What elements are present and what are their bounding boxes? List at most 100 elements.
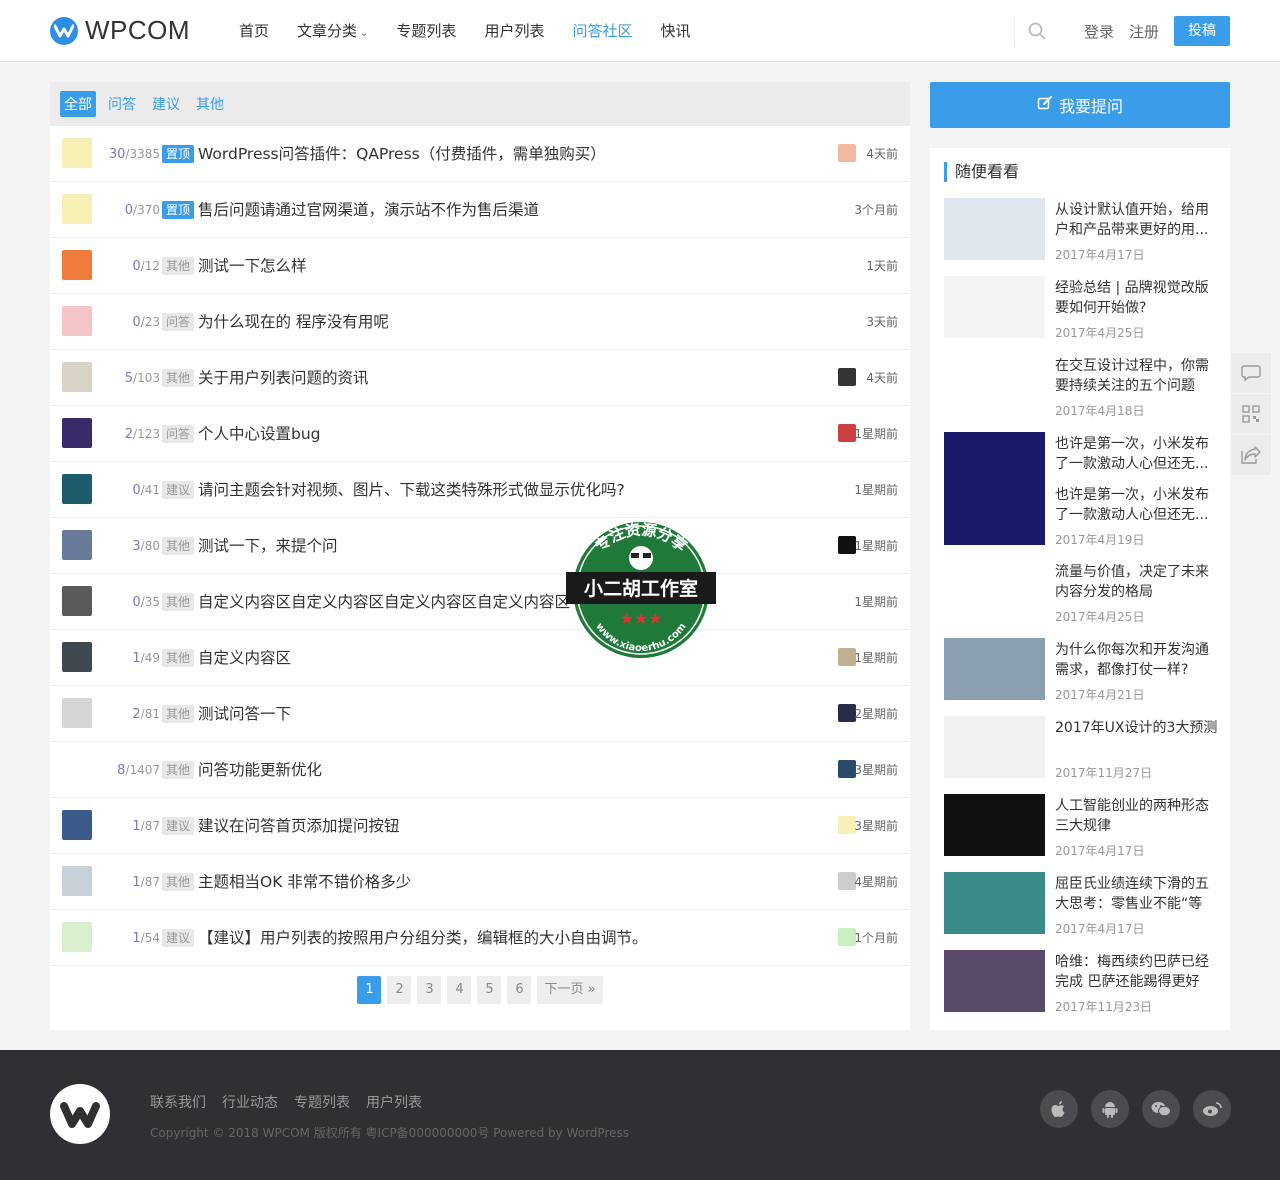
question-title[interactable]: 自定义内容区自定义内容区自定义内容区自定义内容区	[198, 574, 570, 630]
question-row[interactable]: 0/35 其他 自定义内容区自定义内容区自定义内容区自定义内容区 1星期前	[50, 574, 910, 630]
page-button[interactable]: 1	[357, 976, 382, 1004]
question-row[interactable]: 0/23 问答 为什么现在的 程序没有用呢 3天前	[50, 294, 910, 350]
nav-item[interactable]: 用户列表	[470, 0, 558, 62]
post-title[interactable]: 从设计默认值开始，给用户和产品带来更好的用...	[1055, 200, 1220, 240]
question-row[interactable]: 3/80 其他 测试一下，来提个问 1星期前	[50, 518, 910, 574]
page-button[interactable]: 3	[417, 976, 442, 1004]
sidebar-post[interactable]: 屈臣氏业绩连续下滑的五大思考：零售业不能“等 2017年4月17日	[944, 872, 1224, 938]
filter-tab[interactable]: 问答	[104, 91, 140, 117]
wechat-icon[interactable]	[1142, 1090, 1180, 1128]
question-title[interactable]: 自定义内容区	[198, 630, 291, 686]
post-thumbnail[interactable]	[944, 794, 1045, 856]
last-reply-avatar[interactable]	[838, 928, 856, 946]
page-button[interactable]: 4	[447, 976, 472, 1004]
page-button[interactable]: 6	[507, 976, 532, 1004]
user-avatar[interactable]	[62, 698, 92, 728]
last-reply-avatar[interactable]	[838, 536, 856, 554]
sidebar-post[interactable]: 从设计默认值开始，给用户和产品带来更好的用... 2017年4月17日	[944, 198, 1224, 264]
question-row[interactable]: 1/87 其他 主题相当OK 非常不错价格多少 4星期前	[50, 854, 910, 910]
user-avatar[interactable]	[62, 866, 92, 896]
user-avatar[interactable]	[62, 642, 92, 672]
page-button[interactable]: 5	[477, 976, 502, 1004]
site-logo[interactable]: WPCOM	[50, 15, 190, 46]
question-title[interactable]: 个人中心设置bug	[198, 406, 321, 462]
nav-item[interactable]: 问答社区	[558, 0, 646, 62]
search-button[interactable]	[1014, 16, 1058, 46]
question-tag[interactable]: 其他	[162, 873, 195, 891]
post-title[interactable]: 也许是第一次，小米发布了一款激动人心但还无...	[1055, 485, 1220, 525]
android-icon[interactable]	[1091, 1090, 1129, 1128]
qrcode-tool[interactable]	[1231, 394, 1271, 434]
question-title[interactable]: WordPress问答插件：QAPress（付费插件，需单独购买）	[198, 126, 606, 182]
post-thumbnail[interactable]	[944, 354, 1045, 416]
apple-icon[interactable]	[1040, 1090, 1078, 1128]
post-thumbnail[interactable]	[944, 872, 1045, 934]
filter-tab[interactable]: 其他	[192, 91, 228, 117]
question-row[interactable]: 0/12 其他 测试一下怎么样 1天前	[50, 238, 910, 294]
nav-item[interactable]: 文章分类 ⌄	[283, 0, 382, 62]
page-button[interactable]: 2	[387, 976, 412, 1004]
post-thumbnail[interactable]	[944, 483, 1045, 545]
user-avatar[interactable]	[62, 138, 92, 168]
question-tag[interactable]: 其他	[162, 761, 195, 779]
question-row[interactable]: 1/49 其他 自定义内容区 1星期前	[50, 630, 910, 686]
filter-tab[interactable]: 建议	[148, 91, 184, 117]
user-avatar[interactable]	[62, 754, 92, 784]
next-page-button[interactable]: 下一页 »	[537, 976, 603, 1004]
question-row[interactable]: 5/103 其他 关于用户列表问题的资讯 4天前	[50, 350, 910, 406]
question-tag[interactable]: 其他	[162, 257, 195, 275]
nav-item[interactable]: 快讯	[646, 0, 704, 62]
question-title[interactable]: 问答功能更新优化	[198, 742, 322, 798]
question-title[interactable]: 为什么现在的 程序没有用呢	[198, 294, 389, 350]
submit-post-button[interactable]: 投稿	[1174, 16, 1230, 46]
question-tag[interactable]: 其他	[162, 649, 195, 667]
question-tag[interactable]: 建议	[162, 817, 195, 835]
last-reply-avatar[interactable]	[838, 704, 856, 722]
nav-item[interactable]: 专题列表	[382, 0, 470, 62]
question-row[interactable]: 2/81 其他 测试问答一下 2星期前	[50, 686, 910, 742]
sidebar-post[interactable]: 人工智能创业的两种形态三大规律 2017年4月17日	[944, 794, 1224, 860]
last-reply-avatar[interactable]	[838, 368, 856, 386]
post-title[interactable]: 哈维：梅西续约巴萨已经完成 巴萨还能踢得更好	[1055, 952, 1220, 992]
last-reply-avatar[interactable]	[838, 648, 856, 666]
share-tool[interactable]	[1231, 435, 1271, 475]
sidebar-post[interactable]: 在交互设计过程中，你需要持续关注的五个问题 2017年4月18日	[944, 354, 1224, 420]
question-title[interactable]: 售后问题请通过官网渠道，演示站不作为售后渠道	[198, 182, 539, 238]
footer-link[interactable]: 行业动态	[222, 1092, 278, 1112]
user-avatar[interactable]	[62, 418, 92, 448]
question-row[interactable]: 2/123 问答 个人中心设置bug 1星期前	[50, 406, 910, 462]
question-row[interactable]: 30/3385 置顶 WordPress问答插件：QAPress（付费插件，需单独购…	[50, 126, 910, 182]
comment-tool[interactable]	[1231, 353, 1271, 393]
filter-tab[interactable]: 全部	[60, 91, 96, 117]
question-title[interactable]: 关于用户列表问题的资讯	[198, 350, 369, 406]
question-row[interactable]: 0/41 建议 请问主题会针对视频、图片、下载这类特殊形式做显示优化吗? 1星期前	[50, 462, 910, 518]
ask-question-button[interactable]: 我要提问	[930, 82, 1230, 128]
sidebar-post[interactable]: 2017年UX设计的3大预测 2017年11月27日	[944, 716, 1224, 782]
register-link[interactable]: 注册	[1129, 21, 1159, 42]
user-avatar[interactable]	[62, 194, 92, 224]
question-title[interactable]: 测试一下，来提个问	[198, 518, 338, 574]
question-tag[interactable]: 其他	[162, 705, 195, 723]
question-tag[interactable]: 其他	[162, 369, 195, 387]
last-reply-avatar[interactable]	[838, 872, 856, 890]
question-title[interactable]: 测试问答一下	[198, 686, 291, 742]
sidebar-post[interactable]: 也许是第一次，小米发布了一款激动人心但还无... 2017年4月19日	[944, 483, 1224, 549]
question-tag[interactable]: 建议	[162, 481, 195, 499]
last-reply-avatar[interactable]	[838, 816, 856, 834]
post-title[interactable]: 流量与价值，决定了未来内容分发的格局	[1055, 562, 1220, 602]
question-row[interactable]: 1/87 建议 建议在问答首页添加提问按钮 3星期前	[50, 798, 910, 854]
question-row[interactable]: 0/370 置顶 售后问题请通过官网渠道，演示站不作为售后渠道 3个月前	[50, 182, 910, 238]
sidebar-post[interactable]: 哈维：梅西续约巴萨已经完成 巴萨还能踢得更好 2017年11月23日	[944, 950, 1224, 1016]
post-title[interactable]: 2017年UX设计的3大预测	[1055, 718, 1220, 738]
footer-logo-icon[interactable]	[50, 1084, 110, 1144]
last-reply-avatar[interactable]	[838, 760, 856, 778]
user-avatar[interactable]	[62, 922, 92, 952]
nav-item[interactable]: 首页	[225, 0, 283, 62]
question-tag[interactable]: 问答	[162, 313, 195, 331]
user-avatar[interactable]	[62, 362, 92, 392]
question-title[interactable]: 测试一下怎么样	[198, 238, 307, 294]
footer-link[interactable]: 用户列表	[366, 1092, 422, 1112]
user-avatar[interactable]	[62, 250, 92, 280]
post-thumbnail[interactable]	[944, 276, 1045, 338]
post-title[interactable]: 人工智能创业的两种形态三大规律	[1055, 796, 1220, 836]
